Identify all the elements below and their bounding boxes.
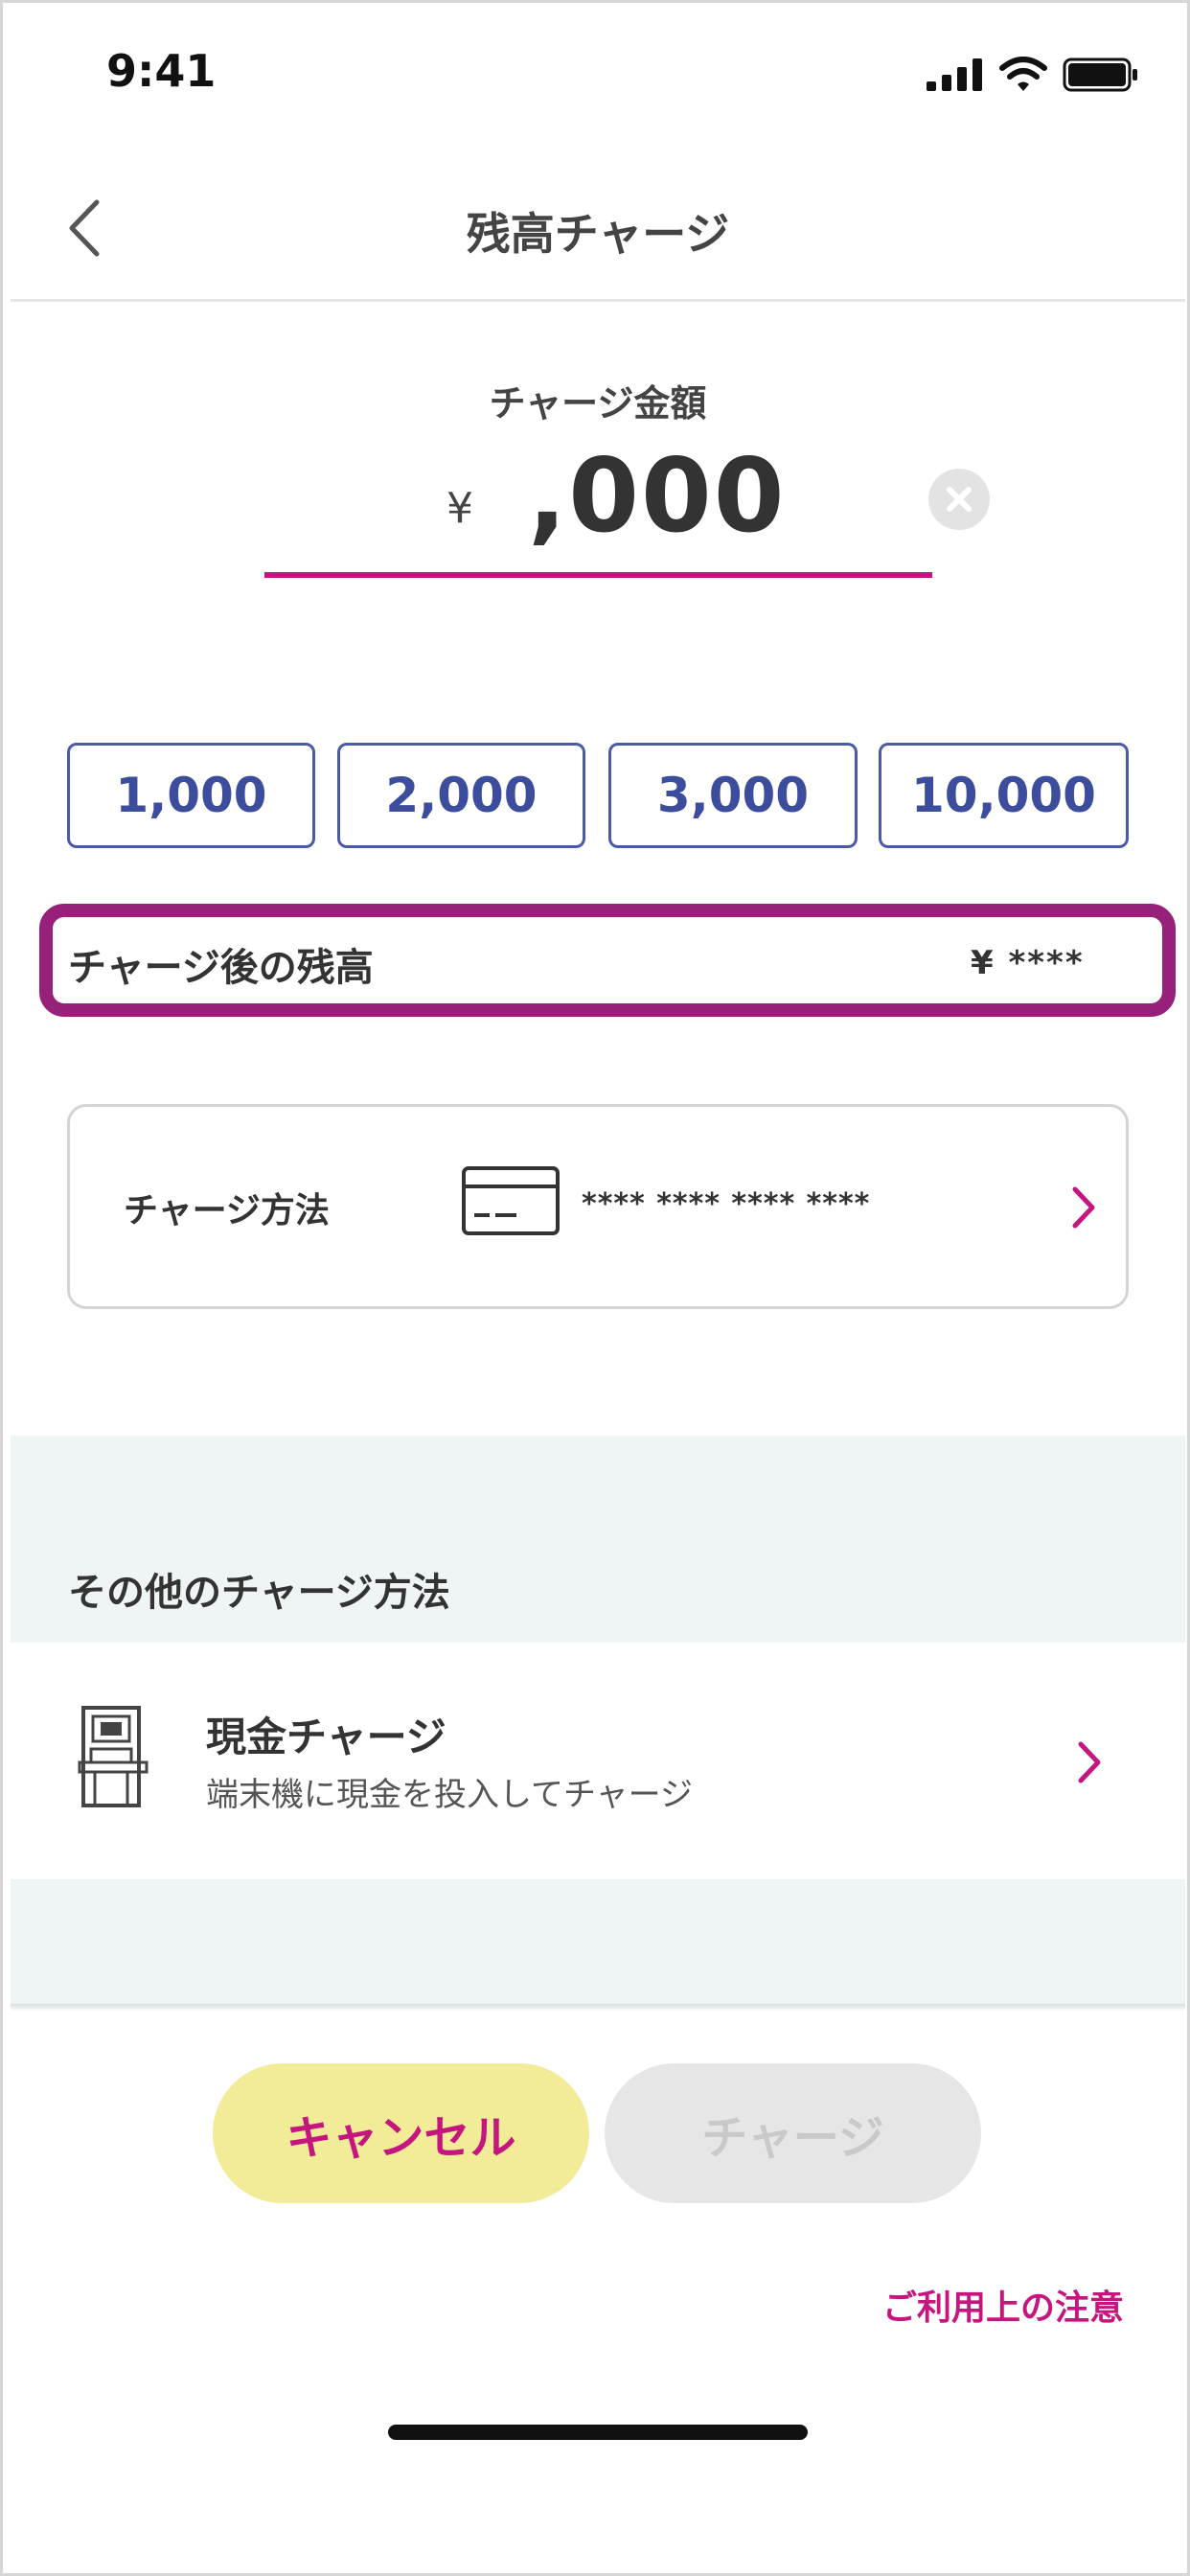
- status-icons: [927, 57, 1139, 93]
- charge-button[interactable]: チャージ: [605, 2063, 981, 2203]
- quick-amount-1000-button[interactable]: 1,000: [67, 743, 315, 848]
- amount-underline: [264, 572, 932, 578]
- usage-notice-link[interactable]: ご利用上の注意: [882, 2280, 1124, 2330]
- cash-charge-title: 現金チャージ: [206, 1714, 446, 1760]
- signal-icon: [927, 58, 982, 91]
- credit-card-icon: [462, 1166, 560, 1235]
- currency-symbol: ¥: [446, 484, 473, 533]
- other-methods-header: その他のチャージ方法: [68, 1571, 450, 1615]
- wifi-icon: [999, 57, 1047, 91]
- nav-divider: [11, 299, 1185, 302]
- card-number-masked: **** **** **** ****: [582, 1187, 871, 1221]
- cash-charge-row[interactable]: [11, 1643, 1185, 1879]
- after-balance-label: チャージ後の残高: [68, 946, 374, 990]
- quick-amount-10000-button[interactable]: 10,000: [879, 743, 1129, 848]
- phone-frame: 9:41 残高チャージ チャージ金額 ¥ ,000 1,000 2,000 3,…: [0, 0, 1190, 2576]
- battery-icon: [1063, 58, 1137, 92]
- home-indicator[interactable]: [388, 2425, 808, 2440]
- cash-charge-subtitle: 端末機に現金を投入してチャージ: [206, 1776, 693, 1814]
- cancel-button[interactable]: キャンセル: [213, 2063, 589, 2203]
- chevron-right-icon[interactable]: [1074, 1739, 1105, 1785]
- quick-amount-3000-button[interactable]: 3,000: [608, 743, 858, 848]
- chevron-right-icon[interactable]: [1068, 1184, 1099, 1230]
- bottom-bar-shadow: [11, 2004, 1185, 2012]
- status-time: 9:41: [106, 45, 217, 97]
- section-spacer-band: [11, 1879, 1185, 2004]
- after-balance-value: ¥ ****: [971, 944, 1085, 982]
- charge-method-label: チャージ方法: [124, 1191, 330, 1230]
- charge-amount-input[interactable]: ,000: [528, 437, 787, 555]
- atm-icon: [78, 1706, 149, 1807]
- charge-amount-label: チャージ金額: [489, 382, 707, 425]
- quick-amount-2000-button[interactable]: 2,000: [337, 743, 585, 848]
- clear-amount-button[interactable]: [928, 469, 990, 530]
- page-title: 残高チャージ: [466, 208, 730, 260]
- clear-x-icon: [947, 487, 972, 512]
